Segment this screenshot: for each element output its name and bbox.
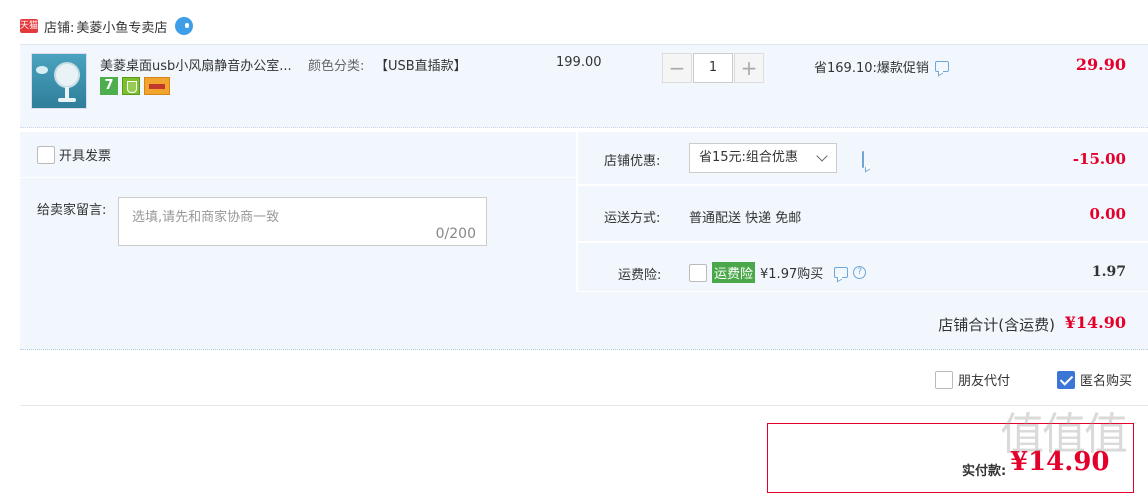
tmall-icon: 天猫 xyxy=(20,19,39,33)
comment-icon[interactable] xyxy=(862,151,864,168)
fan-image xyxy=(54,62,80,88)
quantity-input[interactable]: 1 xyxy=(693,53,733,83)
insurance-value: ¥1.97购买 xyxy=(760,267,824,282)
insurance-label: 运费险: xyxy=(618,268,662,283)
insurance-amount: 1.97 xyxy=(1091,264,1126,280)
shipping-amount: 0.00 xyxy=(1089,205,1126,223)
message-label: 给卖家留言: xyxy=(37,203,107,218)
chevron-down-icon xyxy=(816,150,828,162)
invoice-option[interactable]: 开具发票 xyxy=(37,145,111,164)
insurance-checkbox[interactable] xyxy=(689,263,707,282)
shop-total-label: 店铺合计(含运费) xyxy=(938,316,1055,334)
product-title-link[interactable]: 美菱桌面usb小风扇静音办公室... xyxy=(100,55,292,74)
message-textarea[interactable]: 选填,请先和商家协商一致 0/200 xyxy=(118,197,487,246)
chat-icon[interactable] xyxy=(175,17,194,35)
shipping-row xyxy=(578,186,1148,242)
divider xyxy=(20,405,1148,406)
pay-label: 实付款: xyxy=(962,464,1007,479)
item-discount: 省169.10:爆款促销 xyxy=(814,57,949,76)
message-char-count: 0/200 xyxy=(435,226,476,242)
shop-discount-value: 省15元:组合优惠 xyxy=(699,150,798,165)
variant-value: 【USB直插款】 xyxy=(375,59,467,74)
shop-discount-label: 店铺优惠: xyxy=(604,154,661,169)
invoice-label: 开具发票 xyxy=(59,149,112,164)
decrement-button[interactable]: − xyxy=(662,53,692,83)
insurance-option[interactable]: 运费险 ¥1.97购买 ? xyxy=(689,262,867,283)
unit-price: 199.00 xyxy=(556,55,602,70)
variant-label: 颜色分类: xyxy=(308,59,365,74)
discount-text: 省169.10:爆款促销 xyxy=(814,61,929,76)
friend-pay-checkbox[interactable] xyxy=(935,370,953,389)
anonymous-option[interactable]: 匿名购买 xyxy=(1057,370,1132,389)
site-watermark: 值值值 xyxy=(1000,409,1128,460)
anonymous-label: 匿名购买 xyxy=(1080,374,1133,389)
friend-pay-label: 朋友代付 xyxy=(958,374,1011,389)
increment-button[interactable]: + xyxy=(734,53,764,83)
guarantee-icon[interactable] xyxy=(122,77,140,95)
anonymous-checkbox[interactable] xyxy=(1057,370,1075,389)
shipping-label: 运送方式: xyxy=(604,211,661,226)
store-name-link[interactable]: 美菱小鱼专卖店 xyxy=(76,17,167,36)
credit-card-icon[interactable] xyxy=(144,77,170,95)
store-label: 店铺: xyxy=(44,20,75,36)
comment-icon[interactable] xyxy=(834,267,849,278)
quantity-stepper: − 1 + xyxy=(662,53,764,83)
message-placeholder: 选填,请先和商家协商一致 xyxy=(132,210,280,225)
insurance-tag: 运费险 xyxy=(712,262,756,283)
shipping-value: 普通配送 快递 免邮 xyxy=(689,211,802,226)
shop-discount-select[interactable]: 省15元:组合优惠 xyxy=(689,143,837,173)
service-badges: 7 xyxy=(100,77,170,95)
help-icon[interactable]: ? xyxy=(853,266,867,279)
store-header: 天猫 店铺: 美菱小鱼专卖店 xyxy=(20,15,194,37)
shop-discount-amount: -15.00 xyxy=(1072,150,1126,168)
seven-day-return-icon[interactable]: 7 xyxy=(100,77,118,95)
product-thumbnail[interactable] xyxy=(31,53,87,109)
comment-icon[interactable] xyxy=(934,61,949,72)
item-total: 29.90 xyxy=(1075,55,1126,74)
friend-pay-option[interactable]: 朋友代付 xyxy=(935,370,1010,389)
invoice-checkbox[interactable] xyxy=(37,145,55,164)
shop-total-value: ¥14.90 xyxy=(1064,313,1126,332)
